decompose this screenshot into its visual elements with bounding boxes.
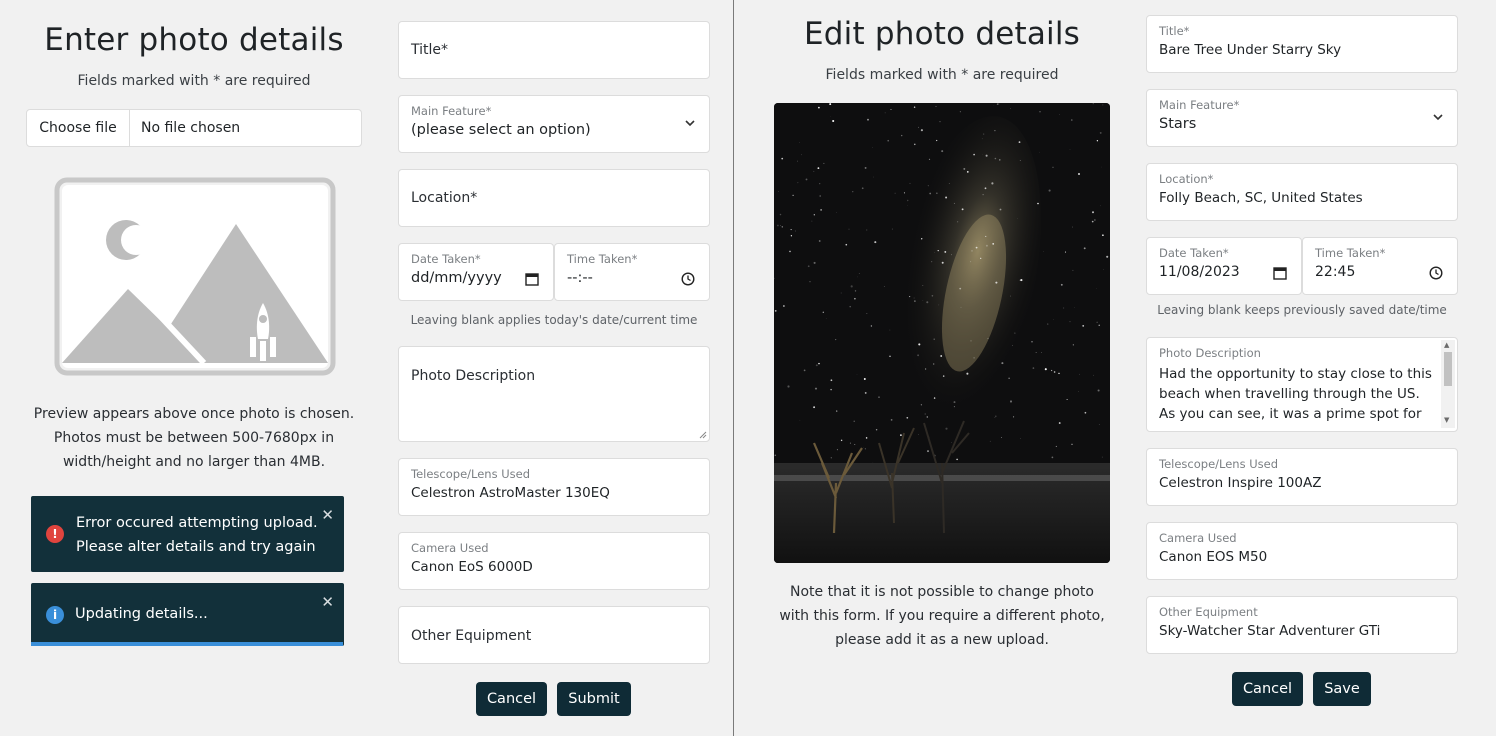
chevron-down-icon	[1433, 114, 1443, 121]
location-placeholder: Location*	[411, 190, 478, 206]
description-value: Had the opportunity to stay close to thi…	[1159, 366, 1432, 422]
description-field[interactable]: Photo Description	[398, 346, 710, 442]
telescope-field[interactable]: Telescope/Lens Used Celestron AstroMaste…	[398, 458, 710, 516]
datetime-help: Leaving blank keeps previously saved dat…	[1157, 303, 1447, 317]
time-field[interactable]: Time Taken* --:--	[554, 243, 710, 301]
description-placeholder: Photo Description	[411, 368, 536, 384]
location-field[interactable]: Location*	[398, 169, 710, 227]
page-title: Enter photo details	[44, 22, 344, 58]
camera-label: Camera Used	[411, 541, 489, 555]
scroll-down-icon[interactable]: ▼	[1444, 416, 1449, 424]
other-equipment-field[interactable]: Other Equipment Sky-Watcher Star Adventu…	[1146, 596, 1458, 654]
scrollbar-thumb[interactable]	[1444, 352, 1452, 386]
error-message-line1: Error occured attempting upload.	[76, 515, 318, 531]
panel-divider	[733, 0, 734, 736]
title-placeholder: Title*	[411, 42, 449, 58]
resize-handle-icon[interactable]	[699, 431, 707, 439]
calendar-icon[interactable]	[525, 272, 539, 286]
scrollbar[interactable]: ▲ ▼	[1441, 340, 1455, 428]
title-value: Bare Tree Under Starry Sky	[1159, 42, 1342, 58]
location-value: Folly Beach, SC, United States	[1159, 190, 1363, 206]
main-feature-value: (please select an option)	[411, 122, 591, 138]
camera-value: Canon EOS M50	[1159, 549, 1268, 565]
title-label: Title*	[1159, 24, 1190, 38]
preview-note: Preview appears above once photo is chos…	[33, 406, 355, 470]
date-label: Date Taken*	[411, 252, 481, 266]
submit-button[interactable]: Submit	[557, 682, 631, 716]
chevron-down-icon	[685, 120, 695, 127]
info-toast: i Updating details... ✕	[31, 583, 344, 646]
photo-preview	[774, 103, 1110, 563]
title-field[interactable]: Title* Bare Tree Under Starry Sky	[1146, 15, 1458, 73]
clock-icon[interactable]	[1429, 266, 1443, 280]
other-equipment-placeholder: Other Equipment	[411, 628, 532, 644]
time-value: --:--	[567, 270, 593, 286]
other-equipment-value: Sky-Watcher Star Adventurer GTi	[1159, 623, 1381, 639]
info-icon: i	[46, 606, 64, 624]
main-feature-label: Main Feature*	[1159, 98, 1240, 112]
clock-icon[interactable]	[681, 272, 695, 286]
location-field[interactable]: Location* Folly Beach, SC, United States	[1146, 163, 1458, 221]
date-label: Date Taken*	[1159, 246, 1229, 260]
image-placeholder-icon	[54, 177, 336, 376]
page-title: Edit photo details	[803, 16, 1081, 52]
time-label: Time Taken*	[1315, 246, 1386, 260]
description-field[interactable]: Photo Description Had the opportunity to…	[1146, 337, 1458, 432]
scroll-up-icon[interactable]: ▲	[1444, 341, 1449, 349]
telescope-value: Celestron Inspire 100AZ	[1159, 475, 1322, 491]
date-field[interactable]: Date Taken* dd/mm/yyyy	[398, 243, 554, 301]
starry-sky-photo	[774, 103, 1110, 563]
telescope-label: Telescope/Lens Used	[1159, 457, 1279, 471]
datetime-help: Leaving blank applies today's date/curre…	[410, 313, 698, 327]
time-field[interactable]: Time Taken* 22:45	[1302, 237, 1458, 295]
required-note: Fields marked with * are required	[77, 73, 311, 89]
date-field[interactable]: Date Taken* 11/08/2023	[1146, 237, 1302, 295]
file-status: No file chosen	[141, 120, 241, 136]
camera-label: Camera Used	[1159, 531, 1237, 545]
other-equipment-label: Other Equipment	[1159, 605, 1258, 619]
file-input[interactable]: Choose file No file chosen	[26, 109, 362, 147]
main-feature-select[interactable]: Main Feature* Stars	[1146, 89, 1458, 147]
info-message: Updating details...	[75, 606, 208, 622]
choose-file-button[interactable]: Choose file	[27, 110, 130, 146]
title-field[interactable]: Title*	[398, 21, 710, 79]
camera-field[interactable]: Camera Used Canon EOS M50	[1146, 522, 1458, 580]
time-label: Time Taken*	[567, 252, 638, 266]
progress-bar	[31, 642, 343, 646]
close-icon[interactable]: ✕	[321, 595, 334, 610]
time-value: 22:45	[1315, 264, 1356, 280]
date-value: dd/mm/yyyy	[411, 270, 502, 286]
cancel-button[interactable]: Cancel	[476, 682, 547, 716]
telescope-label: Telescope/Lens Used	[411, 467, 531, 481]
close-icon[interactable]: ✕	[321, 508, 334, 523]
save-button[interactable]: Save	[1313, 672, 1371, 706]
main-feature-value: Stars	[1159, 116, 1197, 132]
camera-value: Canon EoS 6000D	[411, 559, 533, 575]
error-icon: !	[46, 525, 64, 543]
error-message-line2: Please alter details and try again	[76, 539, 316, 555]
telescope-value: Celestron AstroMaster 130EQ	[411, 485, 610, 501]
description-label: Photo Description	[1159, 346, 1261, 360]
calendar-icon[interactable]	[1273, 266, 1287, 280]
telescope-field[interactable]: Telescope/Lens Used Celestron Inspire 10…	[1146, 448, 1458, 506]
photo-note: Note that it is not possible to change p…	[779, 584, 1105, 648]
cancel-button[interactable]: Cancel	[1232, 672, 1303, 706]
camera-field[interactable]: Camera Used Canon EoS 6000D	[398, 532, 710, 590]
location-label: Location*	[1159, 172, 1214, 186]
error-toast: ! Error occured attempting upload. Pleas…	[31, 496, 344, 572]
other-equipment-field[interactable]: Other Equipment	[398, 606, 710, 664]
main-feature-select[interactable]: Main Feature* (please select an option)	[398, 95, 710, 153]
main-feature-label: Main Feature*	[411, 104, 492, 118]
date-value: 11/08/2023	[1159, 264, 1240, 280]
required-note: Fields marked with * are required	[825, 67, 1059, 83]
